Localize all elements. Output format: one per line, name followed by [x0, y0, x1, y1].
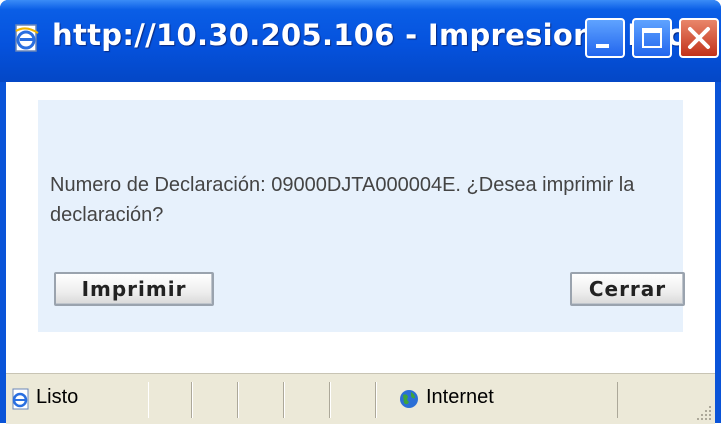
status-pane: [330, 382, 376, 418]
minimize-icon: [596, 44, 609, 48]
status-pane: [284, 382, 330, 418]
resize-grip-icon[interactable]: [693, 402, 713, 422]
status-pane: [192, 382, 238, 418]
status-bar: Listo Internet: [6, 373, 715, 424]
status-text: Listo: [36, 386, 79, 408]
page-content: Numero de Declaración: 09000DJTA000004E.…: [6, 82, 715, 373]
title-bar[interactable]: http://10.30.205.106 - Impresion - Mic..…: [0, 0, 721, 82]
maximize-button[interactable]: [632, 18, 672, 58]
browser-popup-window: http://10.30.205.106 - Impresion - Mic..…: [0, 0, 721, 424]
ie-page-icon: [12, 388, 29, 410]
maximize-icon: [642, 28, 662, 48]
print-confirmation-panel: Numero de Declaración: 09000DJTA000004E.…: [38, 100, 685, 332]
print-button[interactable]: Imprimir: [54, 272, 214, 306]
ie-page-icon: [15, 24, 39, 52]
close-icon: [688, 27, 710, 49]
window-frame-right: [715, 82, 721, 423]
declaration-message: Numero de Declaración: 09000DJTA000004E.…: [50, 174, 635, 226]
globe-icon: [400, 390, 418, 408]
minimize-button[interactable]: [585, 18, 625, 58]
close-button[interactable]: Cerrar: [570, 272, 685, 306]
security-zone-label: Internet: [426, 386, 494, 408]
close-window-button[interactable]: [679, 18, 719, 58]
status-pane: [238, 382, 284, 418]
status-pane: [148, 382, 192, 418]
